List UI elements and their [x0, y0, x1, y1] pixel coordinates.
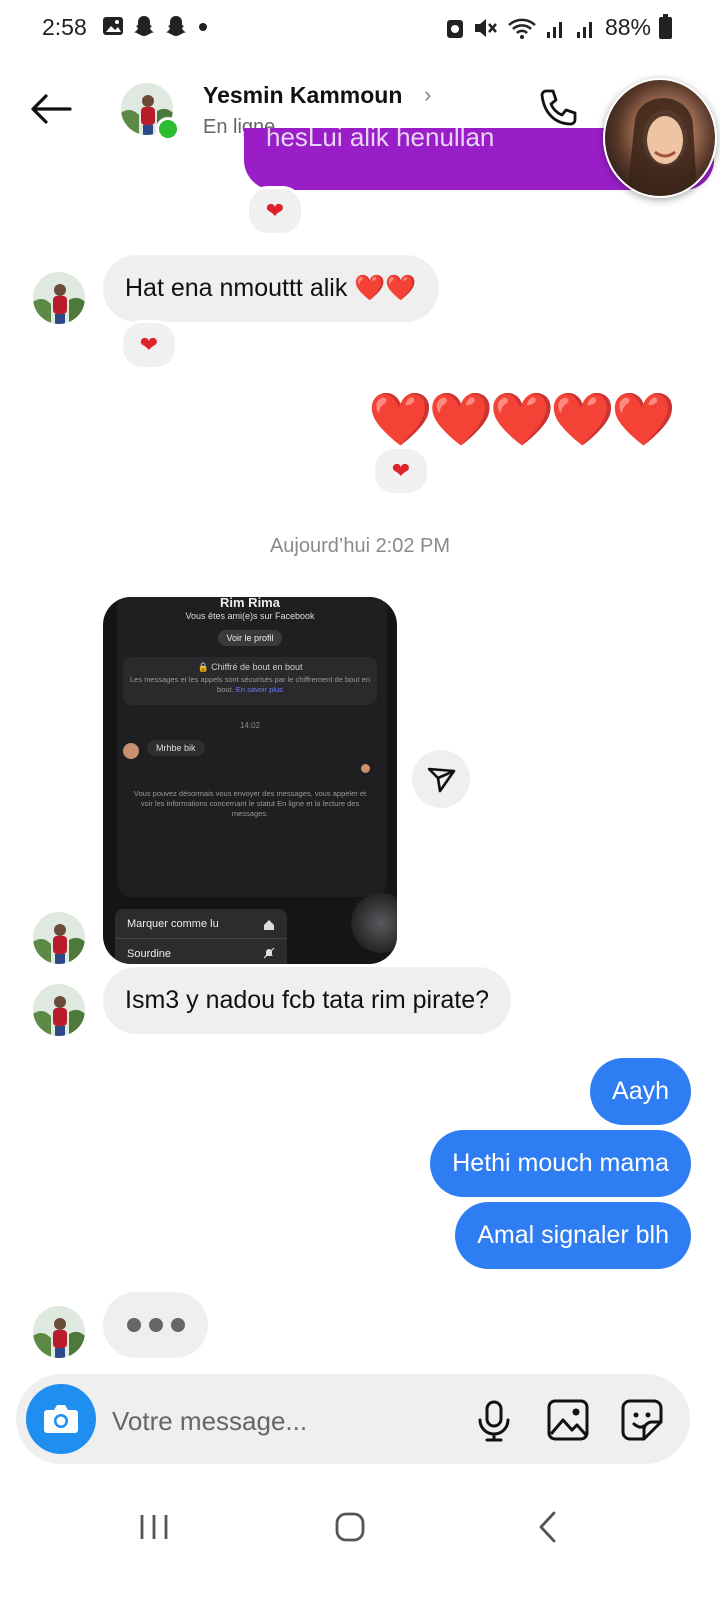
mute-icon	[474, 18, 497, 37]
heart-reaction[interactable]: ❤	[372, 446, 430, 496]
back-arrow-icon[interactable]	[26, 84, 76, 134]
mark-read-icon	[264, 920, 274, 930]
message-input[interactable]	[110, 1402, 464, 1440]
shot-time: 14:02	[239, 721, 261, 730]
sender-avatar[interactable]	[33, 1306, 85, 1358]
shot-profile-button: Voir le profil	[218, 630, 282, 646]
camera-button[interactable]	[26, 1384, 96, 1454]
snapchat-icon-2	[166, 16, 186, 36]
phone-call-icon[interactable]	[536, 86, 582, 132]
partial-message-text: hesLui alik henullan	[266, 128, 495, 152]
shot-avatar	[123, 743, 139, 759]
shot-encrypt-body: Les messages et les appels sont sécurisé…	[129, 675, 371, 695]
shot-name: Rim Rima	[220, 597, 280, 610]
shot-message: Mrhbe bik	[147, 740, 205, 756]
online-indicator	[156, 117, 180, 141]
sender-avatar[interactable]	[33, 984, 85, 1036]
shot-blur	[351, 893, 397, 953]
mute-bell-icon	[263, 947, 275, 959]
status-right: 88%	[445, 13, 672, 41]
battery-icon	[659, 13, 672, 39]
typing-indicator	[103, 1292, 208, 1358]
send-icon	[427, 767, 456, 793]
wifi-icon	[508, 18, 536, 39]
outgoing-message[interactable]: Amal signaler blh	[455, 1202, 691, 1269]
heart-reaction[interactable]: ❤	[120, 320, 178, 370]
shot-info: Vous pouvez désormais vous envoyer des m…	[133, 789, 367, 818]
nfc-icon	[446, 19, 463, 38]
outgoing-message[interactable]: Aayh	[590, 1058, 691, 1125]
battery-percent: 88%	[604, 14, 651, 40]
incoming-message[interactable]: Ism3 y nadou fcb tata rim pirate?	[103, 967, 512, 1034]
shared-screenshot-image[interactable]: Rim Rima Vous êtes ami(e)s sur Facebook …	[103, 597, 397, 964]
timestamp-divider: Aujourd’hui 2:02 PM	[269, 535, 451, 557]
gallery-icon[interactable]	[544, 1396, 592, 1444]
contact-name[interactable]: Yesmin Kammoun	[203, 82, 402, 109]
camera-icon	[44, 1405, 78, 1433]
heart-reaction[interactable]: ❤	[246, 186, 304, 236]
back-button[interactable]	[518, 1502, 578, 1552]
shot-menu-divider	[115, 938, 287, 939]
home-button[interactable]	[320, 1502, 380, 1552]
signal-icon	[546, 21, 562, 38]
sender-avatar[interactable]	[33, 912, 85, 964]
video-pip-thumbnail[interactable]	[603, 78, 717, 198]
shot-seen-avatar	[361, 764, 370, 773]
recent-apps-button[interactable]	[124, 1502, 184, 1552]
snapchat-icon	[134, 16, 154, 36]
shot-subtitle: Vous êtes ami(e)s sur Facebook	[185, 611, 315, 621]
dot-icon	[199, 23, 207, 31]
shot-learn-more: En savoir plus	[235, 685, 283, 694]
typing-dots-icon	[127, 1318, 185, 1332]
incoming-message[interactable]: Hat ena nmouttt alik ❤️❤️	[103, 255, 439, 322]
chevron-right-icon[interactable]: ›	[424, 82, 431, 108]
status-time: 2:58	[42, 14, 87, 40]
sender-avatar[interactable]	[33, 272, 85, 324]
share-button[interactable]	[412, 750, 470, 808]
sticker-icon[interactable]	[618, 1396, 666, 1444]
microphone-icon[interactable]	[470, 1396, 518, 1444]
shot-menu-mute: Sourdine	[127, 948, 172, 960]
outgoing-message[interactable]: Hethi mouch mama	[430, 1130, 691, 1197]
shot-menu-mark: Marquer comme lu	[127, 918, 219, 930]
signal-icon-2	[576, 21, 592, 38]
outgoing-emoji-message[interactable]: ❤️❤️❤️❤️❤️	[368, 390, 676, 450]
shot-encrypt-title: 🔒 Chiffré de bout en bout	[197, 662, 303, 672]
notification-icons	[102, 14, 210, 38]
gallery-icon	[103, 17, 123, 35]
